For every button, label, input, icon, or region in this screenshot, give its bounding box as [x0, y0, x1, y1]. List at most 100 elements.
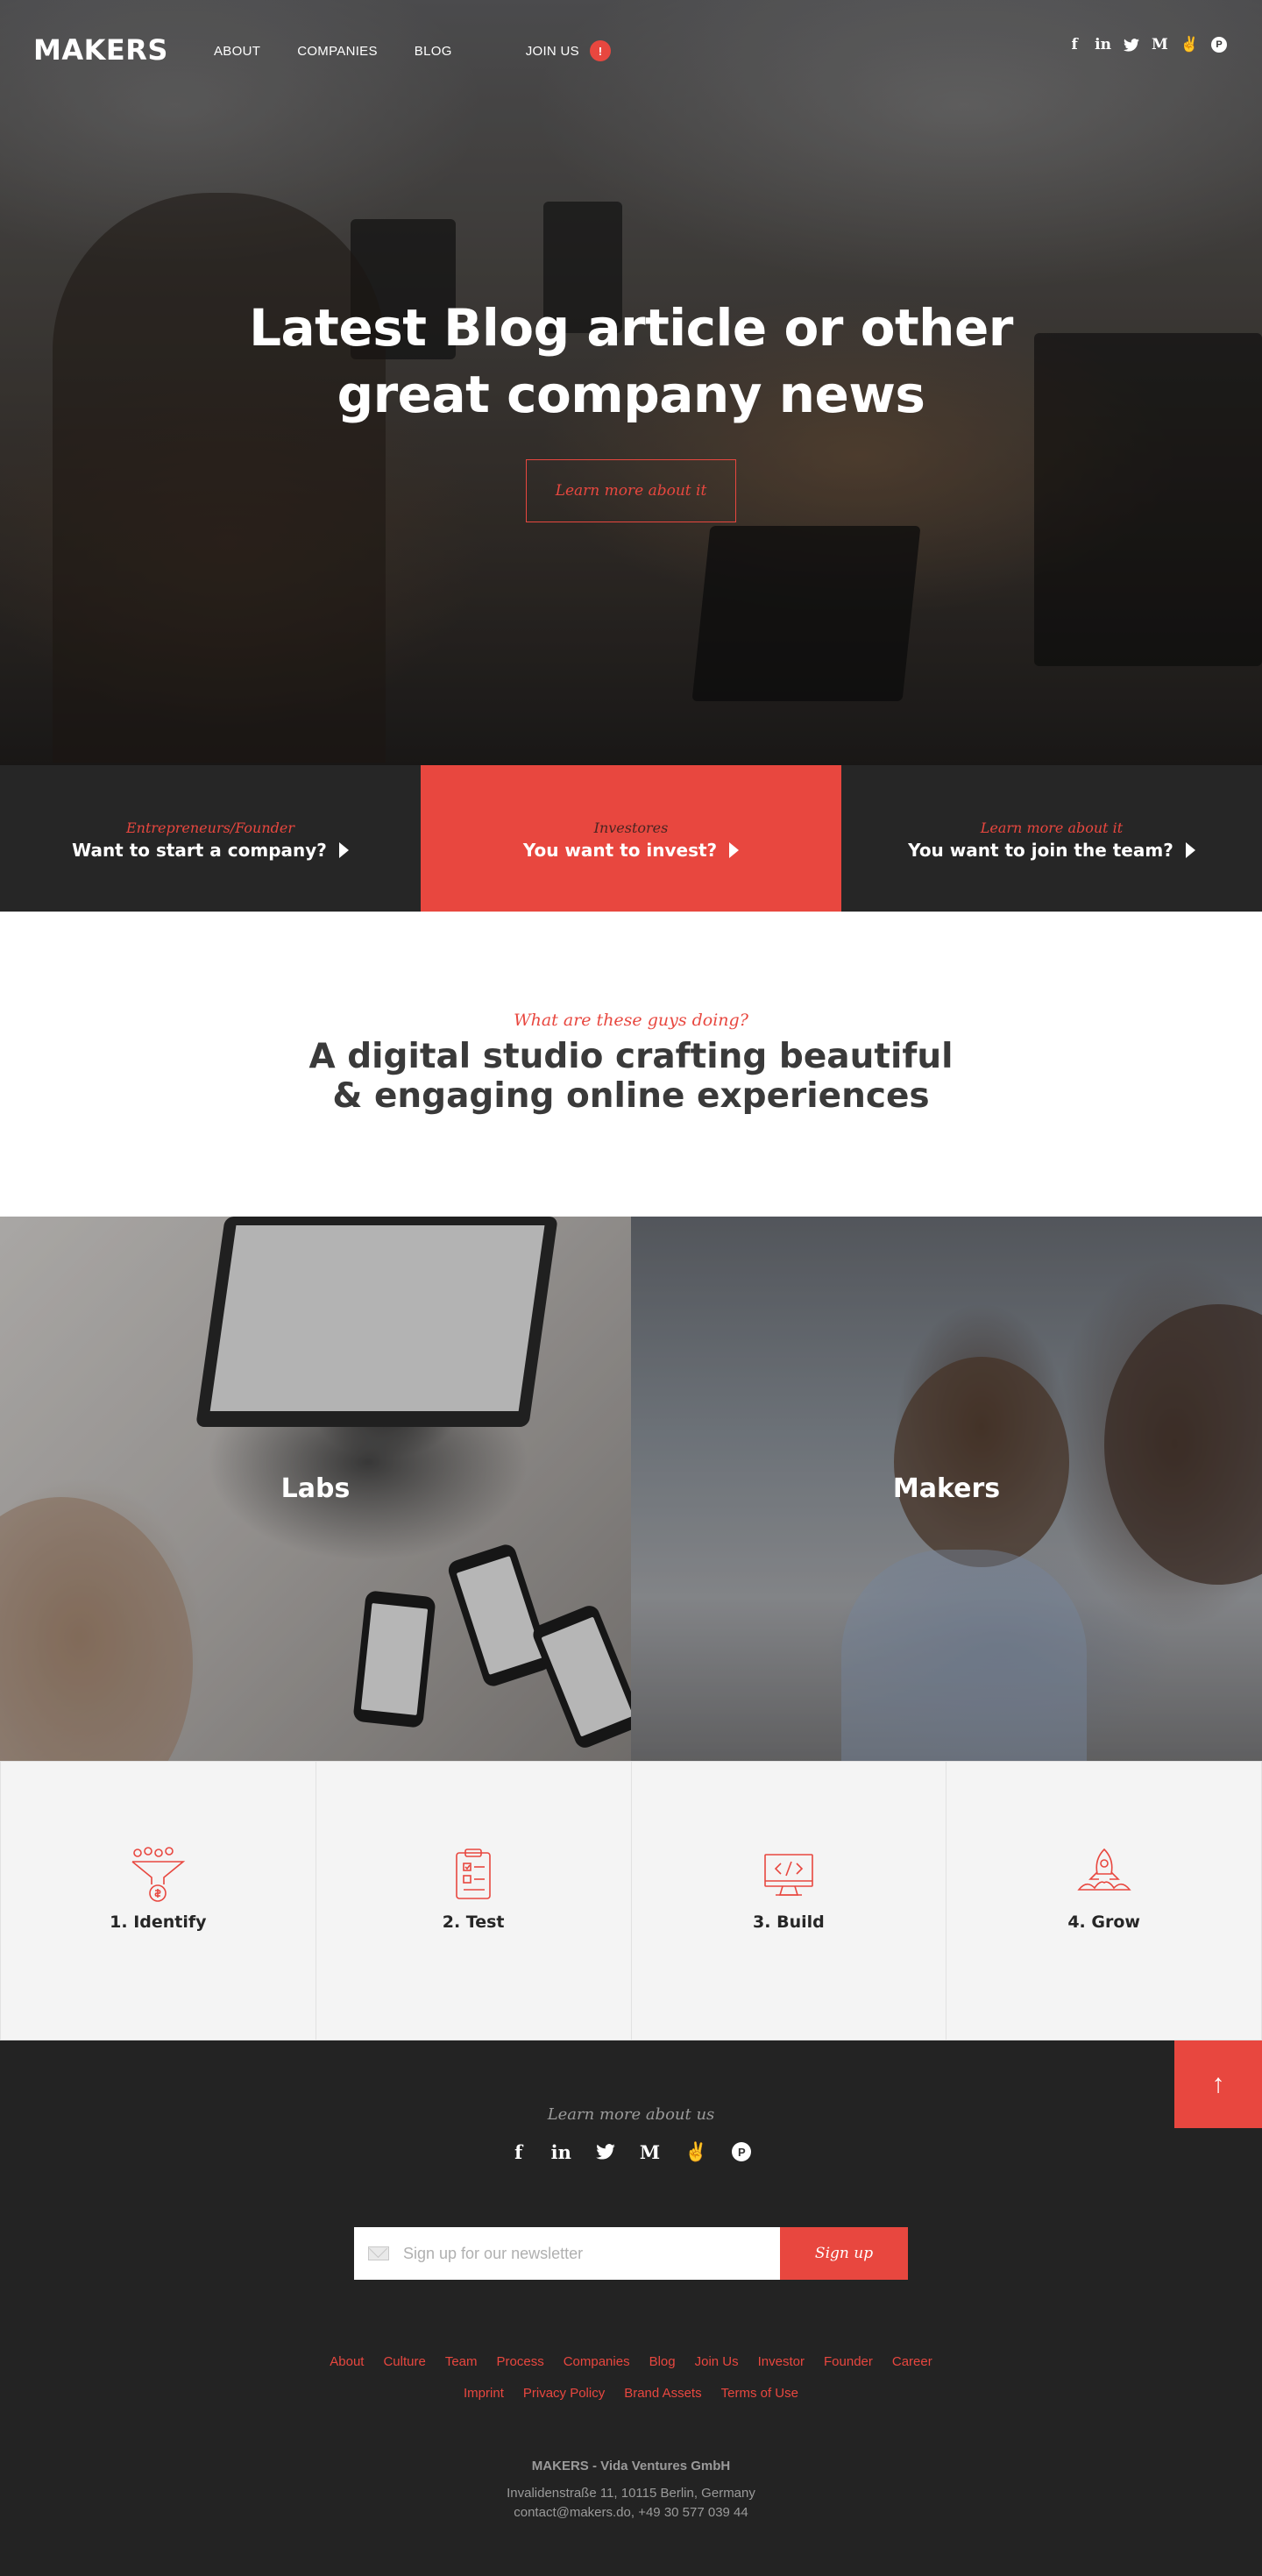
cta-founder-subtitle: Entrepreneurs/Founder: [125, 820, 295, 836]
company-address: Invalidenstraße 11, 10115 Berlin, German…: [0, 2484, 1262, 2523]
cta-founder[interactable]: Entrepreneurs/Founder Want to start a co…: [0, 765, 421, 912]
funnel-icon: [131, 1847, 186, 1902]
cta-team-title: You want to join the team?: [908, 840, 1195, 861]
process-step-grow-label: 4. Grow: [1067, 1912, 1140, 1932]
hero-title-line-1: Latest Blog article or other: [249, 298, 1013, 358]
footer-link[interactable]: Founder: [824, 2346, 873, 2378]
facebook-icon[interactable]: f: [1067, 35, 1082, 54]
nav-item-join-us[interactable]: JOIN US: [526, 44, 579, 59]
makers-panel[interactable]: Makers: [631, 1217, 1262, 1761]
person-image-shape: [1104, 1304, 1262, 1585]
footer-link[interactable]: Brand Assets: [624, 2378, 701, 2409]
logo[interactable]: MAKERS: [33, 33, 168, 67]
cta-team-label: You want to join the team?: [908, 840, 1173, 861]
address-line: Invalidenstraße 11, 10115 Berlin, German…: [507, 2486, 755, 2501]
rocket-icon: [1076, 1848, 1131, 1891]
hero-learn-more-button[interactable]: Learn more about it: [526, 459, 736, 522]
cta-investor-title: You want to invest?: [522, 840, 740, 861]
process-step-grow[interactable]: 4. Grow: [946, 1761, 1262, 2040]
facebook-icon[interactable]: f: [511, 2140, 527, 2164]
top-navigation: MAKERS ABOUT COMPANIES BLOG JOIN US ! f …: [0, 0, 1262, 98]
process-step-identify-label: 1. Identify: [110, 1912, 207, 1932]
process-step-build-label: 3. Build: [753, 1912, 825, 1932]
angellist-icon[interactable]: ✌: [684, 2140, 707, 2164]
angellist-icon[interactable]: ✌: [1180, 35, 1199, 54]
makers-label: Makers: [892, 1473, 1001, 1504]
intro-title-line-2: & engaging online experiences: [332, 1076, 930, 1116]
footer-link[interactable]: Culture: [383, 2346, 425, 2378]
cta-founder-title: Want to start a company?: [72, 840, 349, 861]
phone-image-shape: [529, 1602, 631, 1751]
mail-icon: [368, 2246, 389, 2260]
cta-investor-subtitle: Investores: [593, 820, 669, 836]
nav-item-companies[interactable]: COMPANIES: [297, 44, 378, 59]
code-monitor-icon: [764, 1854, 813, 1896]
arrow-right-icon: [338, 842, 349, 858]
hero-monitor-shape: [691, 526, 921, 701]
person-image-shape: [0, 1497, 193, 1761]
phone-image-shape: [352, 1590, 436, 1728]
back-to-top-button[interactable]: ↑: [1174, 2040, 1262, 2128]
process-step-identify[interactable]: 1. Identify: [0, 1761, 316, 2040]
twitter-icon[interactable]: [596, 2140, 615, 2164]
footer-link[interactable]: Process: [497, 2346, 544, 2378]
footer-link[interactable]: Career: [892, 2346, 932, 2378]
intro-title: A digital studio crafting beautiful & en…: [0, 1037, 1262, 1116]
labs-makers-split: Labs Makers: [0, 1217, 1262, 1761]
arrow-right-icon: [729, 842, 740, 858]
intro-subtitle: What are these guys doing?: [514, 1011, 748, 1030]
cta-investor[interactable]: Investores You want to invest?: [421, 765, 841, 912]
contact-line: contact@makers.do, +49 30 577 039 44: [514, 2505, 748, 2520]
linkedin-icon[interactable]: in: [1095, 35, 1111, 54]
hero-section: MAKERS ABOUT COMPANIES BLOG JOIN US ! f …: [0, 0, 1262, 765]
nav-item-blog[interactable]: BLOG: [415, 44, 452, 59]
footer-link[interactable]: Team: [445, 2346, 478, 2378]
footer-link[interactable]: Imprint: [464, 2378, 504, 2409]
process-step-test[interactable]: 2. Test: [315, 1761, 631, 2040]
cta-team[interactable]: Learn more about it You want to join the…: [841, 765, 1262, 912]
nav-links: ABOUT COMPANIES BLOG JOIN US !: [214, 40, 611, 61]
hero-content: Latest Blog article or other great compa…: [0, 295, 1262, 522]
linkedin-icon[interactable]: in: [551, 2140, 571, 2164]
nav-item-about[interactable]: ABOUT: [214, 44, 260, 59]
footer-link[interactable]: About: [330, 2346, 364, 2378]
producthunt-icon[interactable]: P: [1211, 37, 1227, 53]
process-step-build[interactable]: 3. Build: [630, 1761, 946, 2040]
join-us-badge: !: [589, 40, 611, 61]
producthunt-icon[interactable]: P: [732, 2142, 752, 2161]
footer-link[interactable]: Privacy Policy: [523, 2378, 605, 2409]
footer-link[interactable]: Join Us: [695, 2346, 739, 2378]
cta-investor-label: You want to invest?: [522, 840, 718, 861]
footer-social-links: f in M ✌ P: [0, 2140, 1262, 2164]
laptop-image-shape: [195, 1217, 558, 1427]
footer-subtitle: Learn more about us: [547, 2105, 715, 2124]
footer-link[interactable]: Blog: [649, 2346, 676, 2378]
clipboard-icon: [456, 1849, 491, 1899]
labs-label: Labs: [280, 1473, 351, 1504]
hero-title-line-2: great company news: [337, 365, 925, 424]
footer-link[interactable]: Investor: [758, 2346, 805, 2378]
phone-image-shape: [445, 1542, 554, 1689]
hero-title: Latest Blog article or other great compa…: [0, 295, 1262, 428]
arrow-up-icon: ↑: [1211, 2069, 1225, 2098]
arrow-right-icon: [1185, 842, 1195, 858]
footer: ↑ Learn more about us f in M ✌ P Sign up…: [0, 2040, 1262, 2576]
labs-panel[interactable]: Labs: [0, 1217, 631, 1761]
footer-link[interactable]: Companies: [564, 2346, 630, 2378]
medium-icon[interactable]: M: [1152, 35, 1168, 54]
audience-cta-strip: Entrepreneurs/Founder Want to start a co…: [0, 765, 1262, 912]
shirt-image-shape: [841, 1550, 1087, 1761]
header-social-links: f in M ✌ P: [1067, 35, 1227, 54]
cta-founder-label: Want to start a company?: [72, 840, 327, 861]
footer-link[interactable]: Terms of Use: [721, 2378, 798, 2409]
footer-links-primary: About Culture Team Process Companies Blo…: [237, 2346, 1025, 2378]
newsletter-email-input[interactable]: Sign up for our newsletter: [354, 2227, 780, 2280]
medium-icon[interactable]: M: [640, 2140, 660, 2164]
person-image-shape: [894, 1357, 1069, 1567]
process-steps: 1. Identify 2. Test 3. Build 4. Grow: [0, 1761, 1262, 2040]
newsletter-placeholder: Sign up for our newsletter: [403, 2244, 584, 2262]
process-step-test-label: 2. Test: [442, 1912, 505, 1932]
newsletter-signup-button[interactable]: Sign up: [780, 2227, 908, 2280]
intro-title-line-1: A digital studio crafting beautiful: [308, 1037, 954, 1076]
twitter-icon[interactable]: [1124, 35, 1139, 54]
